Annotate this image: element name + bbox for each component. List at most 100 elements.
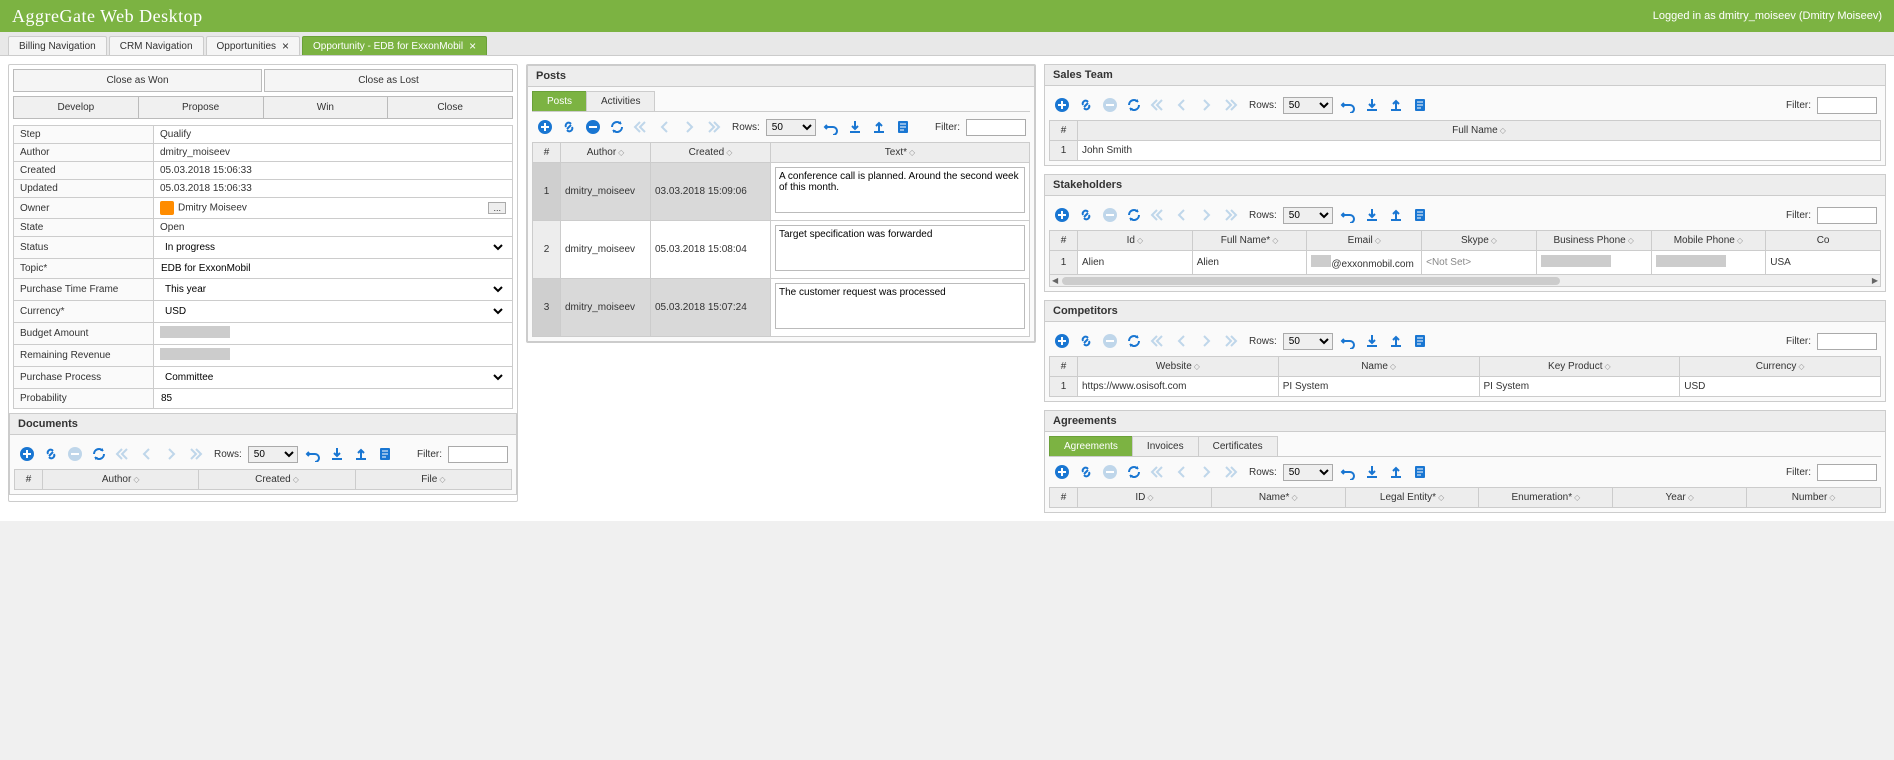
label-created: Created xyxy=(14,162,154,180)
currency-select[interactable]: USD xyxy=(160,304,506,319)
report-icon[interactable] xyxy=(1411,332,1429,350)
close-icon[interactable]: × xyxy=(282,40,289,52)
prev-page-icon xyxy=(1173,206,1191,224)
stakeholders-panel: Stakeholders Rows: 50 xyxy=(1044,174,1886,292)
subtab-agreements[interactable]: Agreements xyxy=(1049,436,1133,456)
filter-input[interactable] xyxy=(1817,207,1877,224)
report-icon[interactable] xyxy=(1411,206,1429,224)
download-icon[interactable] xyxy=(1363,206,1381,224)
stage-win[interactable]: Win xyxy=(263,96,388,119)
post-text-input[interactable] xyxy=(775,283,1025,329)
sort-icon: ◇ xyxy=(726,148,732,157)
rows-select[interactable]: 50 xyxy=(1283,333,1333,350)
label-topic: Topic* xyxy=(14,259,154,279)
timeframe-select[interactable]: This year xyxy=(160,282,506,297)
upload-icon[interactable] xyxy=(1387,206,1405,224)
label-step: Step xyxy=(14,126,154,144)
status-select[interactable]: In progress xyxy=(160,240,506,255)
rows-select[interactable]: 50 xyxy=(766,119,816,136)
rows-select[interactable]: 50 xyxy=(1283,207,1333,224)
link-icon[interactable] xyxy=(42,445,60,463)
tab-billing[interactable]: Billing Navigation xyxy=(8,36,107,55)
competitors-toolbar: Rows: 50 Filter: xyxy=(1049,326,1881,356)
remove-icon[interactable] xyxy=(584,118,602,136)
filter-input[interactable] xyxy=(448,446,508,463)
upload-icon[interactable] xyxy=(1387,332,1405,350)
rows-select[interactable]: 50 xyxy=(1283,97,1333,114)
tab-opportunities[interactable]: Opportunities× xyxy=(206,36,301,55)
add-icon[interactable] xyxy=(18,445,36,463)
rows-select[interactable]: 50 xyxy=(248,446,298,463)
tab-opportunity-detail[interactable]: Opportunity - EDB for ExxonMobil× xyxy=(302,36,487,55)
refresh-icon[interactable] xyxy=(1125,206,1143,224)
owner-picker-button[interactable]: ... xyxy=(488,202,506,214)
process-select[interactable]: Committee xyxy=(160,370,506,385)
sort-icon: ◇ xyxy=(1194,362,1200,371)
label-status: Status xyxy=(14,237,154,259)
subtab-posts[interactable]: Posts xyxy=(532,91,587,111)
refresh-icon[interactable] xyxy=(1125,96,1143,114)
close-icon[interactable]: × xyxy=(469,40,476,52)
add-icon[interactable] xyxy=(536,118,554,136)
label-budget: Budget Amount xyxy=(14,323,154,345)
add-icon[interactable] xyxy=(1053,332,1071,350)
report-icon[interactable] xyxy=(894,118,912,136)
link-icon[interactable] xyxy=(1077,96,1095,114)
upload-icon[interactable] xyxy=(870,118,888,136)
link-icon[interactable] xyxy=(1077,463,1095,481)
undo-icon[interactable] xyxy=(1339,96,1357,114)
sort-icon: ◇ xyxy=(1272,236,1278,245)
download-icon[interactable] xyxy=(1363,463,1381,481)
stage-close[interactable]: Close xyxy=(387,96,513,119)
probability-input[interactable] xyxy=(160,392,506,405)
filter-input[interactable] xyxy=(1817,333,1877,350)
upload-icon[interactable] xyxy=(352,445,370,463)
label-process: Purchase Process xyxy=(14,367,154,389)
undo-icon[interactable] xyxy=(1339,332,1357,350)
download-icon[interactable] xyxy=(328,445,346,463)
undo-icon[interactable] xyxy=(304,445,322,463)
refresh-icon[interactable] xyxy=(1125,332,1143,350)
refresh-icon[interactable] xyxy=(608,118,626,136)
next-page-icon xyxy=(1197,96,1215,114)
close-as-lost-button[interactable]: Close as Lost xyxy=(264,69,513,92)
link-icon[interactable] xyxy=(1077,206,1095,224)
stage-propose[interactable]: Propose xyxy=(138,96,263,119)
filter-input[interactable] xyxy=(1817,97,1877,114)
undo-icon[interactable] xyxy=(1339,463,1357,481)
horizontal-scrollbar[interactable]: ◀▶ xyxy=(1049,275,1881,287)
subtab-certificates[interactable]: Certificates xyxy=(1198,436,1278,456)
tab-crm[interactable]: CRM Navigation xyxy=(109,36,204,55)
first-page-icon xyxy=(1149,463,1167,481)
post-text-input[interactable] xyxy=(775,225,1025,271)
post-text-input[interactable] xyxy=(775,167,1025,213)
refresh-icon[interactable] xyxy=(90,445,108,463)
download-icon[interactable] xyxy=(1363,332,1381,350)
download-icon[interactable] xyxy=(1363,96,1381,114)
add-icon[interactable] xyxy=(1053,463,1071,481)
refresh-icon[interactable] xyxy=(1125,463,1143,481)
rows-select[interactable]: 50 xyxy=(1283,464,1333,481)
undo-icon[interactable] xyxy=(1339,206,1357,224)
sort-icon: ◇ xyxy=(1628,236,1634,245)
sort-icon: ◇ xyxy=(1737,236,1743,245)
upload-icon[interactable] xyxy=(1387,96,1405,114)
topic-input[interactable] xyxy=(160,262,506,275)
report-icon[interactable] xyxy=(1411,96,1429,114)
stage-develop[interactable]: Develop xyxy=(13,96,138,119)
link-icon[interactable] xyxy=(560,118,578,136)
add-icon[interactable] xyxy=(1053,206,1071,224)
undo-icon[interactable] xyxy=(822,118,840,136)
link-icon[interactable] xyxy=(1077,332,1095,350)
table-row: 2dmitry_moiseev05.03.2018 15:08:04 xyxy=(533,221,1030,279)
filter-input[interactable] xyxy=(966,119,1026,136)
subtab-activities[interactable]: Activities xyxy=(586,91,655,111)
report-icon[interactable] xyxy=(376,445,394,463)
upload-icon[interactable] xyxy=(1387,463,1405,481)
filter-input[interactable] xyxy=(1817,464,1877,481)
close-as-won-button[interactable]: Close as Won xyxy=(13,69,262,92)
subtab-invoices[interactable]: Invoices xyxy=(1132,436,1199,456)
report-icon[interactable] xyxy=(1411,463,1429,481)
add-icon[interactable] xyxy=(1053,96,1071,114)
download-icon[interactable] xyxy=(846,118,864,136)
